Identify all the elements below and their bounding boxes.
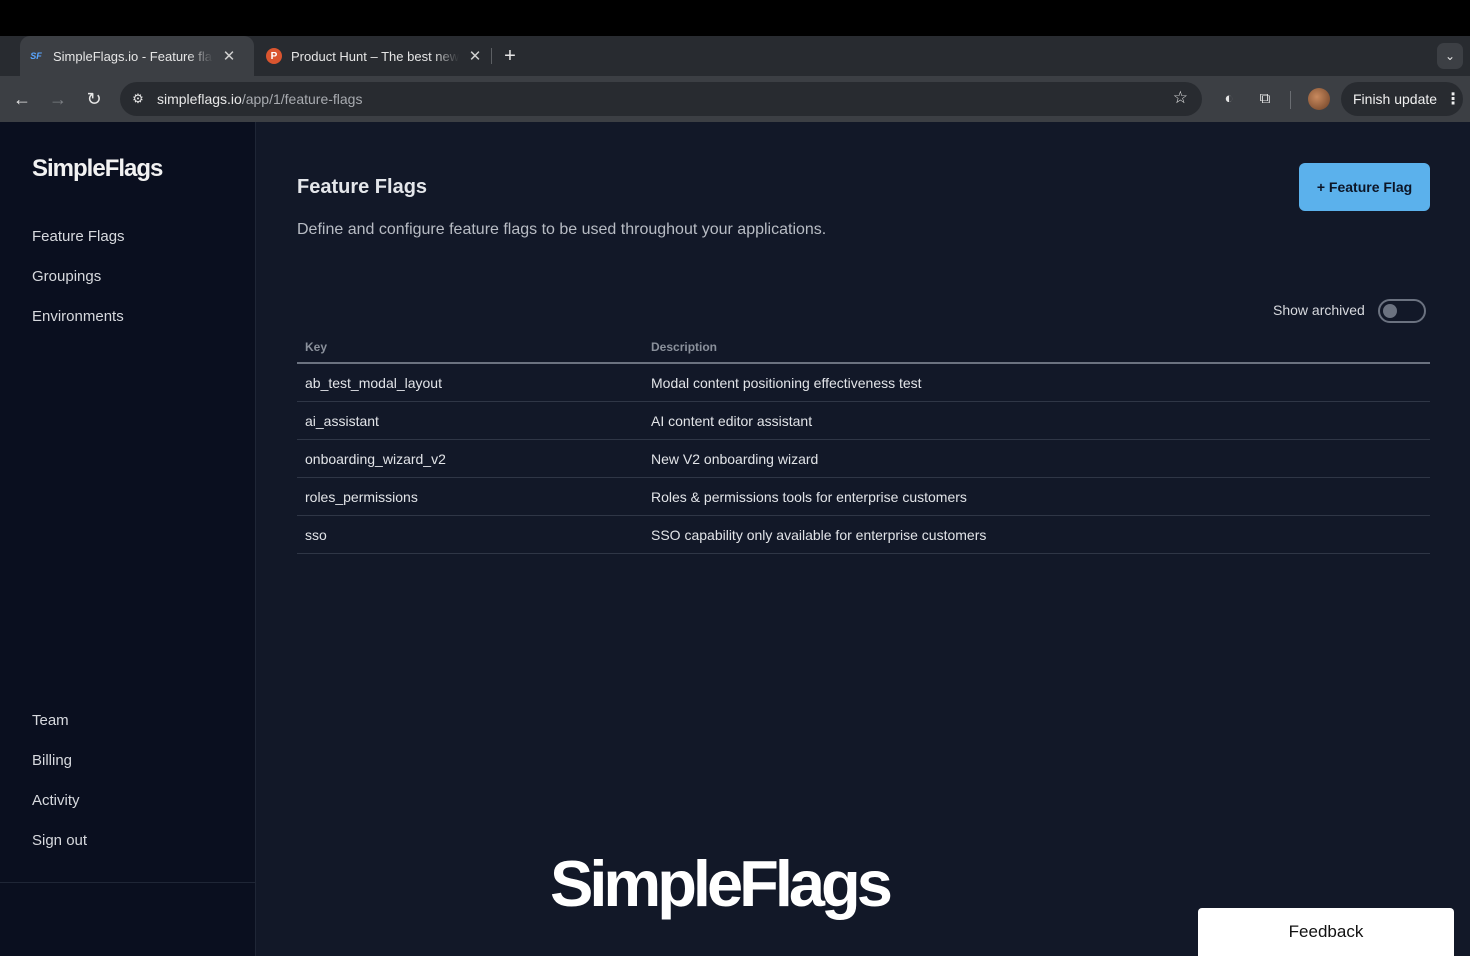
sidebar-item-groupings[interactable]: Groupings [32,268,101,285]
toggle-knob [1383,304,1397,318]
toolbar-divider [1290,91,1291,109]
feedback-button[interactable]: Feedback [1198,908,1454,956]
main-content: Feature Flags Define and configure featu… [297,122,1430,956]
url-text[interactable]: simpleflags.io/app/1/feature-flags [157,91,362,107]
url-domain: simpleflags.io [157,91,242,107]
forward-arrow-icon[interactable]: → [46,87,70,111]
flag-key[interactable]: sso [305,527,327,543]
extensions-puzzle-icon[interactable]: ⧉ [1255,89,1275,109]
url-path: /app/1/feature-flags [241,91,363,107]
tab-divider [491,48,492,64]
column-header-description[interactable]: Description [651,340,717,354]
sidebar-logo[interactable]: SimpleFlags [32,155,163,183]
finish-update-label: Finish update [1353,91,1438,107]
flag-key[interactable]: onboarding_wizard_v2 [305,451,446,467]
feature-flags-table: Key Description ab_test_modal_layout Mod… [297,338,1430,554]
more-options-icon: ⋮ [1445,91,1462,108]
show-archived-label: Show archived [1273,302,1365,318]
os-menu-bar [0,0,1470,36]
sidebar-item-billing[interactable]: Billing [32,752,72,769]
browser-toolbar: ← → ↻ ⚙ simpleflags.io/app/1/feature-fla… [0,76,1470,122]
sidebar-item-activity[interactable]: Activity [32,792,80,809]
table-row[interactable]: ai_assistant AI content editor assistant [297,402,1430,440]
tab-title: Product Hunt – The best new products [291,48,459,64]
back-arrow-icon[interactable]: ← [10,87,34,111]
product-hunt-favicon-icon: P [266,48,282,64]
show-archived-toggle[interactable] [1378,299,1426,323]
bookmark-star-icon[interactable]: ☆ [1173,88,1188,108]
table-row[interactable]: roles_permissions Roles & permissions to… [297,478,1430,516]
browser-tab-product-hunt[interactable]: P Product Hunt – The best new products ✕ [258,36,490,76]
simpleflags-watermark-logo: SimpleFlags [550,847,893,920]
flag-key[interactable]: ab_test_modal_layout [305,375,442,391]
page-description: Define and configure feature flags to be… [297,221,827,238]
simpleflags-favicon-icon: SF [30,51,42,61]
table-row[interactable]: sso SSO capability only available for en… [297,516,1430,554]
browser-tab-simpleflags[interactable]: SF SimpleFlags.io - Feature flags ✕ [20,36,254,76]
table-header: Key Description [297,338,1430,364]
flag-description: New V2 onboarding wizard [651,451,819,467]
sidebar-item-feature-flags[interactable]: Feature Flags [32,228,125,245]
column-header-key[interactable]: Key [305,340,327,354]
close-tab-icon[interactable]: ✕ [467,47,483,65]
browser-tab-strip: SF SimpleFlags.io - Feature flags ✕ P Pr… [0,36,1470,76]
flag-description: AI content editor assistant [651,413,813,429]
extension-1password-icon[interactable]: ◐ [1219,89,1239,109]
flag-description: Modal content positioning effectiveness … [651,375,922,391]
new-tab-icon[interactable]: + [500,44,520,68]
tab-title: SimpleFlags.io - Feature flags [53,48,213,64]
table-row[interactable]: ab_test_modal_layout Modal content posit… [297,364,1430,402]
sidebar-item-environments[interactable]: Environments [32,308,124,325]
address-bar[interactable]: ⚙ simpleflags.io/app/1/feature-flags ☆ [120,82,1202,116]
add-feature-flag-button[interactable]: + Feature Flag [1299,163,1430,211]
sidebar-footer [0,882,256,956]
profile-avatar[interactable] [1308,88,1330,110]
finish-update-button[interactable]: Finish update ⋮ [1341,82,1463,116]
tab-search-chevron-icon[interactable]: ⌄ [1437,43,1463,69]
sidebar-item-team[interactable]: Team [32,712,69,729]
app-viewport: SimpleFlags Feature Flags Groupings Envi… [0,122,1470,956]
page-title: Feature Flags [297,176,428,198]
flag-description: SSO capability only available for enterp… [651,527,987,543]
sidebar: SimpleFlags Feature Flags Groupings Envi… [0,122,256,956]
flag-key[interactable]: roles_permissions [305,489,418,505]
flag-description: Roles & permissions tools for enterprise… [651,489,967,505]
flag-key[interactable]: ai_assistant [305,413,379,429]
close-tab-icon[interactable]: ✕ [221,47,237,65]
table-row[interactable]: onboarding_wizard_v2 New V2 onboarding w… [297,440,1430,478]
sidebar-item-sign-out[interactable]: Sign out [32,832,87,849]
reload-icon[interactable]: ↻ [82,87,106,111]
site-settings-icon[interactable]: ⚙ [130,91,146,107]
